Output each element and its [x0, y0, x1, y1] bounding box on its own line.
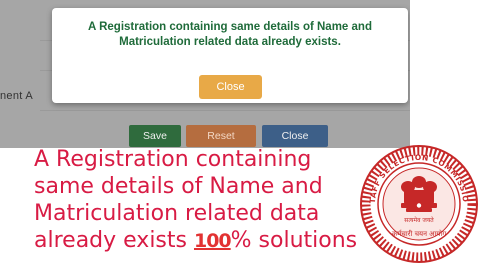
- emblem-hindi-text: कर्मचारी चयन आयोग: [392, 229, 447, 238]
- modal-message: A Registration containing same details o…: [88, 21, 372, 48]
- form-divider: [40, 110, 410, 111]
- close-button[interactable]: Close: [262, 125, 328, 147]
- save-button[interactable]: Save: [129, 125, 181, 147]
- alert-modal: A Registration containing same details o…: [52, 8, 408, 103]
- reset-button[interactable]: Reset: [186, 125, 256, 147]
- modal-close-button[interactable]: Close: [199, 75, 262, 99]
- caption-line-suffix: % solutions: [230, 228, 358, 253]
- caption-line-text: already exists: [34, 228, 194, 253]
- caption-line: same details of Name and: [34, 174, 323, 199]
- caption-line: Matriculation related data: [34, 201, 320, 226]
- screenshot-region: nent A A Registration containing same de…: [0, 0, 410, 148]
- field-label-partial: nent A: [0, 90, 33, 102]
- ssc-emblem-logo: सत्यमेव जयते कर्मचारी चयन आयोग STAFF SEL…: [360, 140, 478, 263]
- hundred-points-icon: 100: [193, 230, 232, 252]
- caption-line: A Registration containing: [34, 147, 312, 172]
- caption-line: already exists 100% solutions: [34, 227, 404, 254]
- emblem-motto: सत्यमेव जयते: [404, 216, 434, 224]
- caption-text: A Registration containing same details o…: [34, 146, 404, 254]
